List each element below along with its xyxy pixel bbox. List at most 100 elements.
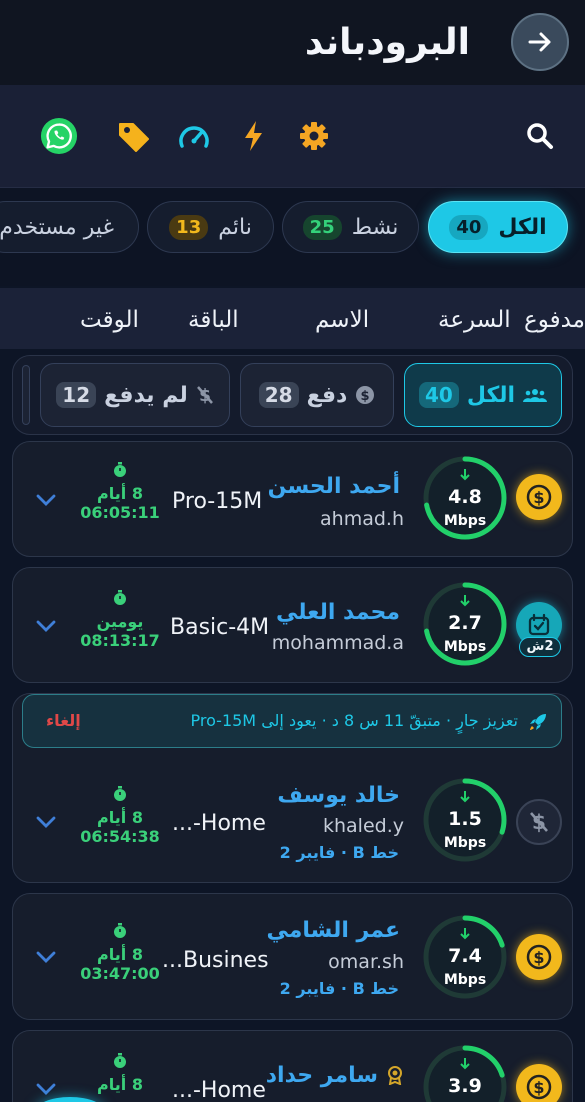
remaining-days: 8 أيام [97,808,143,827]
remaining-time: 8 أيام 03:47:00 [78,923,162,983]
whatsapp-icon [40,117,78,155]
award-icon [388,1066,402,1085]
remaining-clock: 06:54:38 [80,827,160,846]
filter-count: 12 [56,382,97,408]
remaining-clock: 03:47:00 [80,964,160,983]
back-button[interactable] [511,13,569,71]
svg-text:$: $ [533,948,544,967]
package-name: Pro-15M [172,489,263,514]
chip-label: نائم [218,214,252,240]
chip-label: نشط [351,214,399,240]
no-dollar-icon: $ [196,386,213,405]
speedometer-icon [179,126,209,148]
chevron-down-icon[interactable] [36,815,56,829]
filter-chip-unused[interactable]: غير مستخدم [0,201,139,253]
speed-unit: Mbps [443,639,487,655]
speed-unit: Mbps [443,835,487,851]
chip-label: الكل [498,214,547,240]
paid-status[interactable]: $ [516,934,562,980]
filter-count: 40 [418,382,459,408]
filter-chip-sleeping[interactable]: نائم 13 [147,201,274,253]
unpaid-status[interactable]: $ [516,799,562,845]
whatsapp-button[interactable] [40,117,78,155]
speed-test-button[interactable] [175,117,213,155]
filter-chip-active[interactable]: نشط 25 [282,201,419,253]
chevron-down-icon[interactable] [36,950,56,964]
search-icon [527,123,553,149]
paid-status[interactable]: $ [516,474,562,520]
line-info: خط B · فايبر 2 [279,843,399,862]
payment-filter-paid[interactable]: $ دفع 28 [240,363,394,427]
search-button[interactable] [521,117,559,155]
toolbar [0,85,585,188]
chevron-down-icon[interactable] [36,1082,56,1096]
remaining-days: 8 أيام [97,945,143,964]
paid-status[interactable]: $ [516,1064,562,1102]
packages-button[interactable] [115,117,153,155]
chip-count: 25 [302,214,342,240]
rocket-icon [530,714,546,730]
lightning-icon [245,121,262,151]
filter-chip-all[interactable]: الكل 40 [428,201,568,253]
dollar-coin-icon: $ [526,944,552,970]
subscriber-name[interactable]: أحمد الحسن [268,474,400,499]
line-info: خط B · فايبر 2 [279,979,399,998]
users-icon [523,389,548,402]
settings-button[interactable] [295,117,333,155]
chip-count: 40 [449,214,489,240]
filter-label: الكل [466,382,516,408]
subscriber-name[interactable]: خالد يوسف [277,783,400,808]
subscriber-username: mohammad.a [271,632,404,654]
remaining-clock: 08:13:17 [80,631,160,650]
payment-filter-all[interactable]: الكل 40 [404,363,562,427]
speed-unit: Mbps [443,972,487,988]
dollar-coin-icon: $ [526,1074,552,1100]
calendar-check-icon [528,613,550,636]
remaining-time: يومين 08:13:17 [78,590,162,650]
speed-value: 7.4 [448,945,482,967]
column-time[interactable]: الوقت [80,307,139,333]
chip-label: غير مستخدم [0,214,114,240]
column-speed[interactable]: السرعة [438,307,511,333]
speed-value: 1.5 [448,808,482,830]
svg-text:$: $ [361,389,370,404]
svg-text:$: $ [533,488,544,507]
dollar-coin-icon: $ [526,484,552,510]
column-package[interactable]: الباقة [188,307,239,333]
boost-text: تعزيز جارٍ · متبقّ 11 س 8 د · يعود إلى P… [190,711,518,730]
stopwatch-icon [114,786,126,801]
subscriber-username: khaled.y [322,815,404,837]
no-dollar-icon: $ [530,810,548,834]
column-paid[interactable]: مدفوع [524,307,585,333]
package-name: Busines... [162,948,269,973]
remaining-time: 8 أيام 06:54:38 [78,786,162,846]
package-name: Home-... [172,811,266,836]
subscriber-username: ahmad.h [320,508,404,530]
chevron-down-icon[interactable] [36,619,56,633]
remaining-days: 8 أيام [97,1075,143,1094]
stopwatch-icon [114,590,126,605]
subscriber-name[interactable]: سامر حداد [266,1063,378,1088]
remaining-time: 8 أيام 06:05:11 [78,462,162,522]
cancel-boost-button[interactable]: إلغاء [46,711,81,730]
remaining-clock: 06:05:11 [80,503,160,522]
remaining-days: 8 أيام [97,484,143,503]
subscriber-name[interactable]: عمر الشامي [267,918,400,943]
chevron-down-icon[interactable] [36,493,56,507]
speed-value: 3.9 [448,1075,482,1097]
page-title: البرودباند [304,22,470,63]
stopwatch-icon [114,1053,126,1068]
speed-value: 2.7 [448,612,482,634]
filter-label: لم يدفع [104,382,188,408]
boost-button[interactable] [235,117,273,155]
remaining-time: 8 أيام [78,1053,162,1094]
gear-icon [300,122,328,150]
speed-value: 4.8 [448,486,482,508]
column-name[interactable]: الاسم [315,307,369,333]
scroll-edge [22,365,30,425]
stopwatch-icon [114,462,126,477]
speed-unit: Mbps [443,513,487,529]
subscriber-name[interactable]: محمد العلي [276,600,400,625]
payment-filter-unpaid[interactable]: $ لم يدفع 12 [40,363,230,427]
filter-count: 28 [258,382,299,408]
